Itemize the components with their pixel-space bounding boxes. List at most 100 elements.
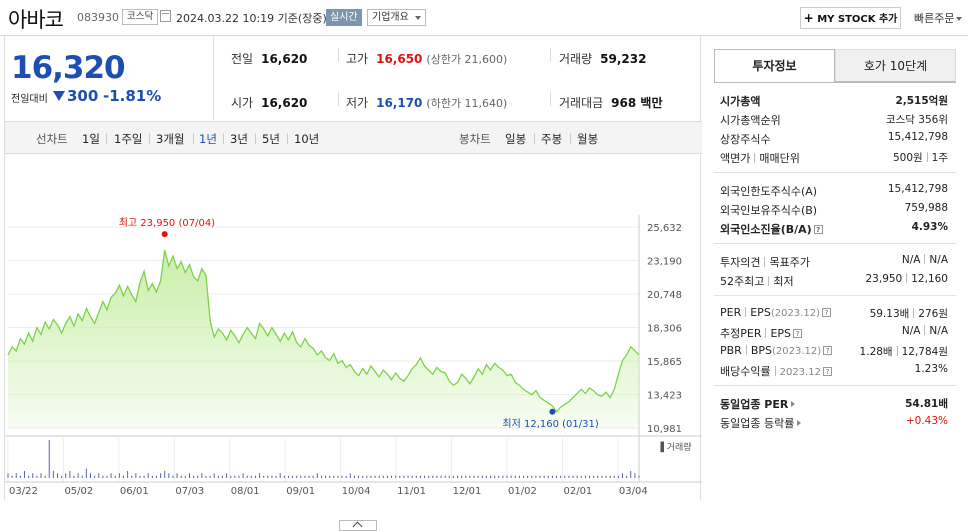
volume-bar bbox=[77, 473, 79, 478]
volume-bar bbox=[316, 473, 318, 478]
tab-1w[interactable]: 1주일 bbox=[114, 131, 142, 147]
volume-bar bbox=[428, 475, 430, 478]
company-info-button[interactable]: 기업개요 bbox=[367, 9, 426, 26]
volume-bar bbox=[386, 475, 388, 478]
low-marker bbox=[549, 408, 556, 415]
volume-bar bbox=[15, 473, 17, 478]
volume-bar bbox=[135, 473, 137, 478]
w52-value: 23,950 12,160 bbox=[866, 273, 948, 285]
x-tick-label: 06/01 bbox=[120, 486, 149, 497]
help-icon[interactable]: ? bbox=[823, 346, 833, 355]
quote-grid: 전일 16,620 고가 16,650 (상한가 21,600) 거래량 59,232 … bbox=[215, 36, 702, 120]
price-chart[interactable]: 25,632 23,190 20,748 18,306 15,865 13,423 10,9… bbox=[5, 155, 702, 500]
volume-bar bbox=[139, 475, 141, 478]
volume-bar bbox=[118, 473, 120, 478]
volume-bar bbox=[23, 470, 25, 478]
volume-bar bbox=[465, 475, 467, 478]
tab-1d[interactable]: 1일 bbox=[82, 131, 100, 147]
y-tick-label: 25,632 bbox=[647, 223, 682, 234]
tab-investment-info[interactable]: 투자정보 bbox=[714, 49, 835, 82]
volume-bar bbox=[32, 473, 34, 478]
pbr-bps-value: 1.28배 12,784원 bbox=[860, 344, 948, 359]
volume-bar bbox=[424, 475, 426, 478]
volume-bars: ▐ 거래량 bbox=[7, 440, 692, 478]
high-label: 고가 bbox=[346, 52, 369, 66]
volume-bar bbox=[617, 475, 619, 478]
volume-bar bbox=[448, 475, 450, 478]
volume-bar bbox=[531, 475, 533, 478]
volume-bar bbox=[48, 440, 50, 478]
pbr-value: 1.28배 bbox=[859, 346, 893, 358]
row-pbr-bps: PBR BPS(2023.12)? 1.28배 12,784원 bbox=[720, 344, 948, 360]
volume-bar bbox=[613, 475, 615, 478]
price-area bbox=[8, 250, 639, 428]
mystock-add-button[interactable]: + MY STOCK 추가 bbox=[800, 7, 901, 29]
tab-daily[interactable]: 일봉 bbox=[505, 131, 526, 147]
chart-collapse-button[interactable] bbox=[339, 520, 377, 531]
volume-bar bbox=[568, 475, 570, 478]
volume-bar bbox=[502, 475, 504, 478]
open-value: 16,620 bbox=[261, 96, 308, 110]
volume-bar bbox=[473, 475, 475, 478]
volume-bar bbox=[391, 475, 393, 478]
help-icon[interactable]: ? bbox=[821, 308, 831, 317]
help-icon[interactable]: ? bbox=[813, 225, 823, 234]
volume-bar bbox=[304, 475, 306, 478]
tab-3y[interactable]: 3년 bbox=[230, 131, 248, 147]
volume-bar bbox=[287, 475, 289, 478]
volume-bar bbox=[143, 475, 145, 478]
per-eps-label: PER EPS(2023.12)? bbox=[720, 306, 831, 319]
per-value: 59.13배 bbox=[869, 308, 910, 320]
row-sector-per[interactable]: 동일업종 PER 54.81배 bbox=[720, 396, 948, 412]
volume-bar bbox=[98, 473, 100, 478]
par-label: 액면가 bbox=[720, 152, 751, 165]
divider bbox=[714, 243, 956, 244]
volume-bar bbox=[320, 475, 322, 478]
divider bbox=[550, 92, 551, 106]
y-tick-label: 20,748 bbox=[647, 290, 682, 301]
volume-bar bbox=[547, 475, 549, 478]
volume-bar bbox=[172, 475, 174, 478]
divider bbox=[714, 172, 956, 173]
tab-1y[interactable]: 1년 bbox=[199, 131, 217, 147]
y-tick-label: 23,190 bbox=[647, 257, 682, 268]
tab-orderbook-10[interactable]: 호가 10단계 bbox=[835, 49, 956, 82]
volume-bar bbox=[366, 475, 368, 478]
unit-label: 매매단위 bbox=[759, 152, 800, 165]
volume-bar bbox=[584, 475, 586, 478]
row-opinion-target: 투자의견 목표주가 N/A N/A bbox=[720, 254, 948, 270]
x-axis-ticks: 03/22 05/02 06/01 07/03 08/01 09/01 10/04 11/01… bbox=[5, 481, 702, 497]
x-tick-label: 03/04 bbox=[619, 486, 648, 497]
volume-bar bbox=[164, 470, 166, 478]
help-icon[interactable]: ? bbox=[793, 329, 803, 338]
est-per-label: 추정PER bbox=[720, 327, 762, 340]
tab-5y[interactable]: 5년 bbox=[262, 131, 280, 147]
quick-order-button[interactable]: 빠른주문 bbox=[914, 10, 963, 26]
market-badge: 코스닥 bbox=[122, 9, 159, 25]
tab-3m[interactable]: 3개월 bbox=[156, 131, 184, 147]
divider bbox=[338, 48, 339, 62]
y-tick-label: 18,306 bbox=[647, 324, 682, 335]
help-icon[interactable]: ? bbox=[822, 367, 832, 376]
volume-bar bbox=[238, 475, 240, 478]
volume-bar bbox=[461, 475, 463, 478]
chevron-down-icon bbox=[956, 17, 963, 21]
volume-bar bbox=[151, 475, 153, 478]
row-sector-change[interactable]: 동일업종 등락률 +0.43% bbox=[720, 415, 948, 431]
volume-bar bbox=[589, 475, 591, 478]
x-tick-label: 01/02 bbox=[508, 486, 537, 497]
unit-value: 1주 bbox=[931, 152, 948, 164]
tab-10y[interactable]: 10년 bbox=[294, 131, 319, 147]
volume-bar bbox=[44, 475, 46, 478]
open-label: 시가 bbox=[231, 96, 254, 110]
volume-bar bbox=[494, 475, 496, 478]
tab-monthly[interactable]: 월봉 bbox=[577, 131, 598, 147]
tab-weekly[interactable]: 주봉 bbox=[541, 131, 562, 147]
volume-bar bbox=[415, 475, 417, 478]
volume-bar bbox=[341, 475, 343, 478]
low-price: 저가 16,170 (하한가 11,640) bbox=[346, 94, 507, 111]
volume-bar bbox=[419, 475, 421, 478]
candle-chart-label: 봉차트 bbox=[459, 132, 491, 146]
row-per-eps: PER EPS(2023.12)? 59.13배 276원 bbox=[720, 306, 948, 322]
down-arrow-icon bbox=[53, 91, 65, 101]
